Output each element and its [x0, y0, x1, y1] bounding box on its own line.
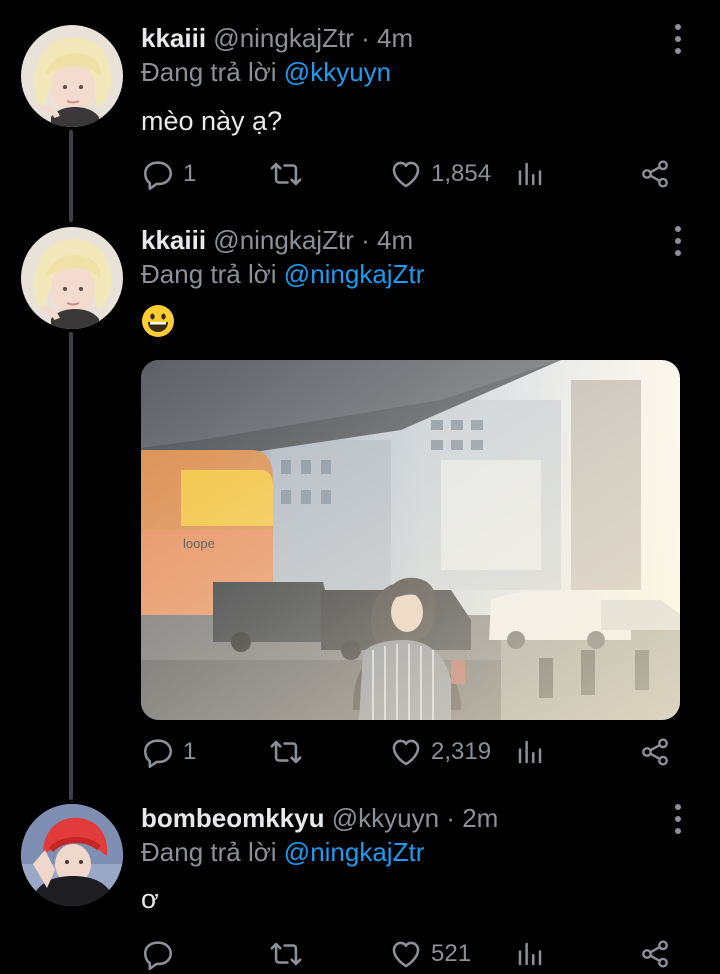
- display-name[interactable]: kkaiii: [141, 225, 206, 255]
- like-button[interactable]: 1,854: [389, 154, 491, 194]
- tweet[interactable]: kkaiii @ningkajZtr · 4m Đang trả lời @ni…: [0, 224, 720, 784]
- like-icon: [389, 157, 423, 191]
- analytics-button[interactable]: [515, 732, 545, 772]
- replying-to: Đang trả lời @kkyuyn: [141, 56, 391, 88]
- share-icon: [639, 158, 671, 190]
- reply-button[interactable]: [141, 934, 183, 974]
- display-name[interactable]: kkaiii: [141, 23, 206, 53]
- like-button[interactable]: 521: [389, 934, 471, 974]
- retweet-button[interactable]: [269, 732, 303, 772]
- avatar[interactable]: [21, 804, 123, 906]
- like-count: 1,854: [431, 160, 492, 187]
- tweet-header: kkaiii @ningkajZtr · 4m: [141, 224, 413, 256]
- reply-button[interactable]: 1: [141, 154, 196, 194]
- share-button[interactable]: [639, 934, 671, 974]
- like-icon: [389, 735, 423, 769]
- reply-button[interactable]: 1: [141, 732, 196, 772]
- reply-to-link[interactable]: @ningkajZtr: [284, 259, 425, 289]
- tweet-header: bombeomkkyu @kkyuyn · 2m: [141, 802, 498, 834]
- analytics-icon: [515, 737, 545, 767]
- retweet-icon: [269, 937, 303, 971]
- tweet[interactable]: bombeomkkyu @kkyuyn · 2m Đang trả lời @n…: [0, 802, 720, 974]
- reply-to-link[interactable]: @kkyuyn: [284, 57, 391, 87]
- retweet-icon: [269, 735, 303, 769]
- share-button[interactable]: [639, 732, 671, 772]
- tweet-text: ơ: [141, 884, 159, 914]
- timestamp[interactable]: 2m: [462, 803, 498, 833]
- tweet-photo[interactable]: loope: [141, 360, 680, 720]
- more-options-icon[interactable]: [668, 24, 688, 54]
- tweet-text: mèo này ạ?: [141, 106, 283, 136]
- like-icon: [389, 937, 423, 971]
- more-options-icon[interactable]: [668, 226, 688, 256]
- reply-prefix: Đang trả lời: [141, 259, 277, 289]
- reply-prefix: Đang trả lời: [141, 57, 277, 87]
- username[interactable]: @ningkajZtr: [213, 23, 354, 53]
- replying-to: Đang trả lời @ningkajZtr: [141, 836, 424, 868]
- tweet-actions: 1 2,319: [141, 732, 681, 772]
- separator: ·: [361, 23, 370, 53]
- retweet-button[interactable]: [269, 934, 303, 974]
- reply-icon: [141, 735, 175, 769]
- tweet[interactable]: kkaiii @ningkajZtr · 4m Đang trả lời @kk…: [0, 22, 720, 202]
- share-icon: [639, 938, 671, 970]
- grinning-face-emoji: [142, 305, 174, 337]
- reply-icon: [141, 937, 175, 971]
- timestamp[interactable]: 4m: [377, 225, 413, 255]
- reply-count: 1: [183, 738, 197, 765]
- like-count: 521: [431, 940, 472, 967]
- separator: ·: [361, 225, 370, 255]
- reply-count: 1: [183, 160, 197, 187]
- username[interactable]: @ningkajZtr: [213, 225, 354, 255]
- tweet-header: kkaiii @ningkajZtr · 4m: [141, 22, 413, 54]
- separator: ·: [446, 803, 455, 833]
- analytics-icon: [515, 939, 545, 969]
- share-button[interactable]: [639, 154, 671, 194]
- analytics-icon: [515, 159, 545, 189]
- reply-prefix: Đang trả lời: [141, 837, 277, 867]
- like-count: 2,319: [431, 738, 492, 765]
- tweet-actions: 521: [141, 934, 681, 974]
- avatar[interactable]: [21, 25, 123, 127]
- tweet-actions: 1 1,854: [141, 154, 681, 194]
- retweet-button[interactable]: [269, 154, 303, 194]
- avatar[interactable]: [21, 227, 123, 329]
- replying-to: Đang trả lời @ningkajZtr: [141, 258, 424, 290]
- reply-icon: [141, 157, 175, 191]
- like-button[interactable]: 2,319: [389, 732, 491, 772]
- more-options-icon[interactable]: [668, 804, 688, 834]
- retweet-icon: [269, 157, 303, 191]
- display-name[interactable]: bombeomkkyu: [141, 803, 325, 833]
- reply-to-link[interactable]: @ningkajZtr: [284, 837, 425, 867]
- timestamp[interactable]: 4m: [377, 23, 413, 53]
- share-icon: [639, 736, 671, 768]
- username[interactable]: @kkyuyn: [332, 803, 439, 833]
- analytics-button[interactable]: [515, 154, 545, 194]
- analytics-button[interactable]: [515, 934, 545, 974]
